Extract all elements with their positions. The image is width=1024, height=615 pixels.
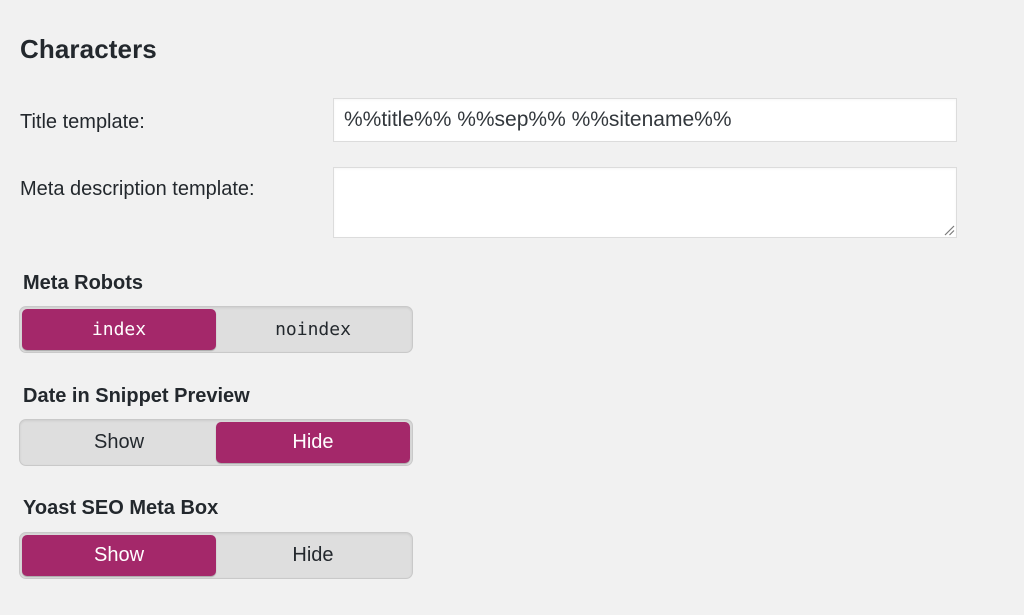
yoast-seo-meta-box-heading: Yoast SEO Meta Box xyxy=(23,497,219,519)
date-in-snippet-preview-option-show[interactable]: Show xyxy=(22,422,216,463)
meta-robots-option-index[interactable]: index xyxy=(22,309,216,350)
date-in-snippet-preview-heading: Date in Snippet Preview xyxy=(23,385,250,407)
yoast-seo-meta-box-option-hide[interactable]: Hide xyxy=(216,535,410,576)
resize-grip-icon[interactable] xyxy=(943,224,955,236)
meta-robots-option-noindex[interactable]: noindex xyxy=(216,309,410,350)
title-template-input[interactable] xyxy=(333,98,957,142)
section-title: Characters xyxy=(20,34,157,64)
yoast-seo-meta-box-option-show[interactable]: Show xyxy=(22,535,216,576)
date-in-snippet-preview-option-hide[interactable]: Hide xyxy=(216,422,410,463)
yoast-seo-meta-box-switch: Show Hide xyxy=(19,532,413,579)
meta-robots-heading: Meta Robots xyxy=(23,272,143,294)
meta-description-template-textarea[interactable] xyxy=(333,167,957,238)
meta-robots-switch: index noindex xyxy=(19,306,413,353)
date-in-snippet-preview-switch: Show Hide xyxy=(19,419,413,466)
meta-description-template-label: Meta description template: xyxy=(20,178,255,200)
title-template-label: Title template: xyxy=(20,111,145,133)
